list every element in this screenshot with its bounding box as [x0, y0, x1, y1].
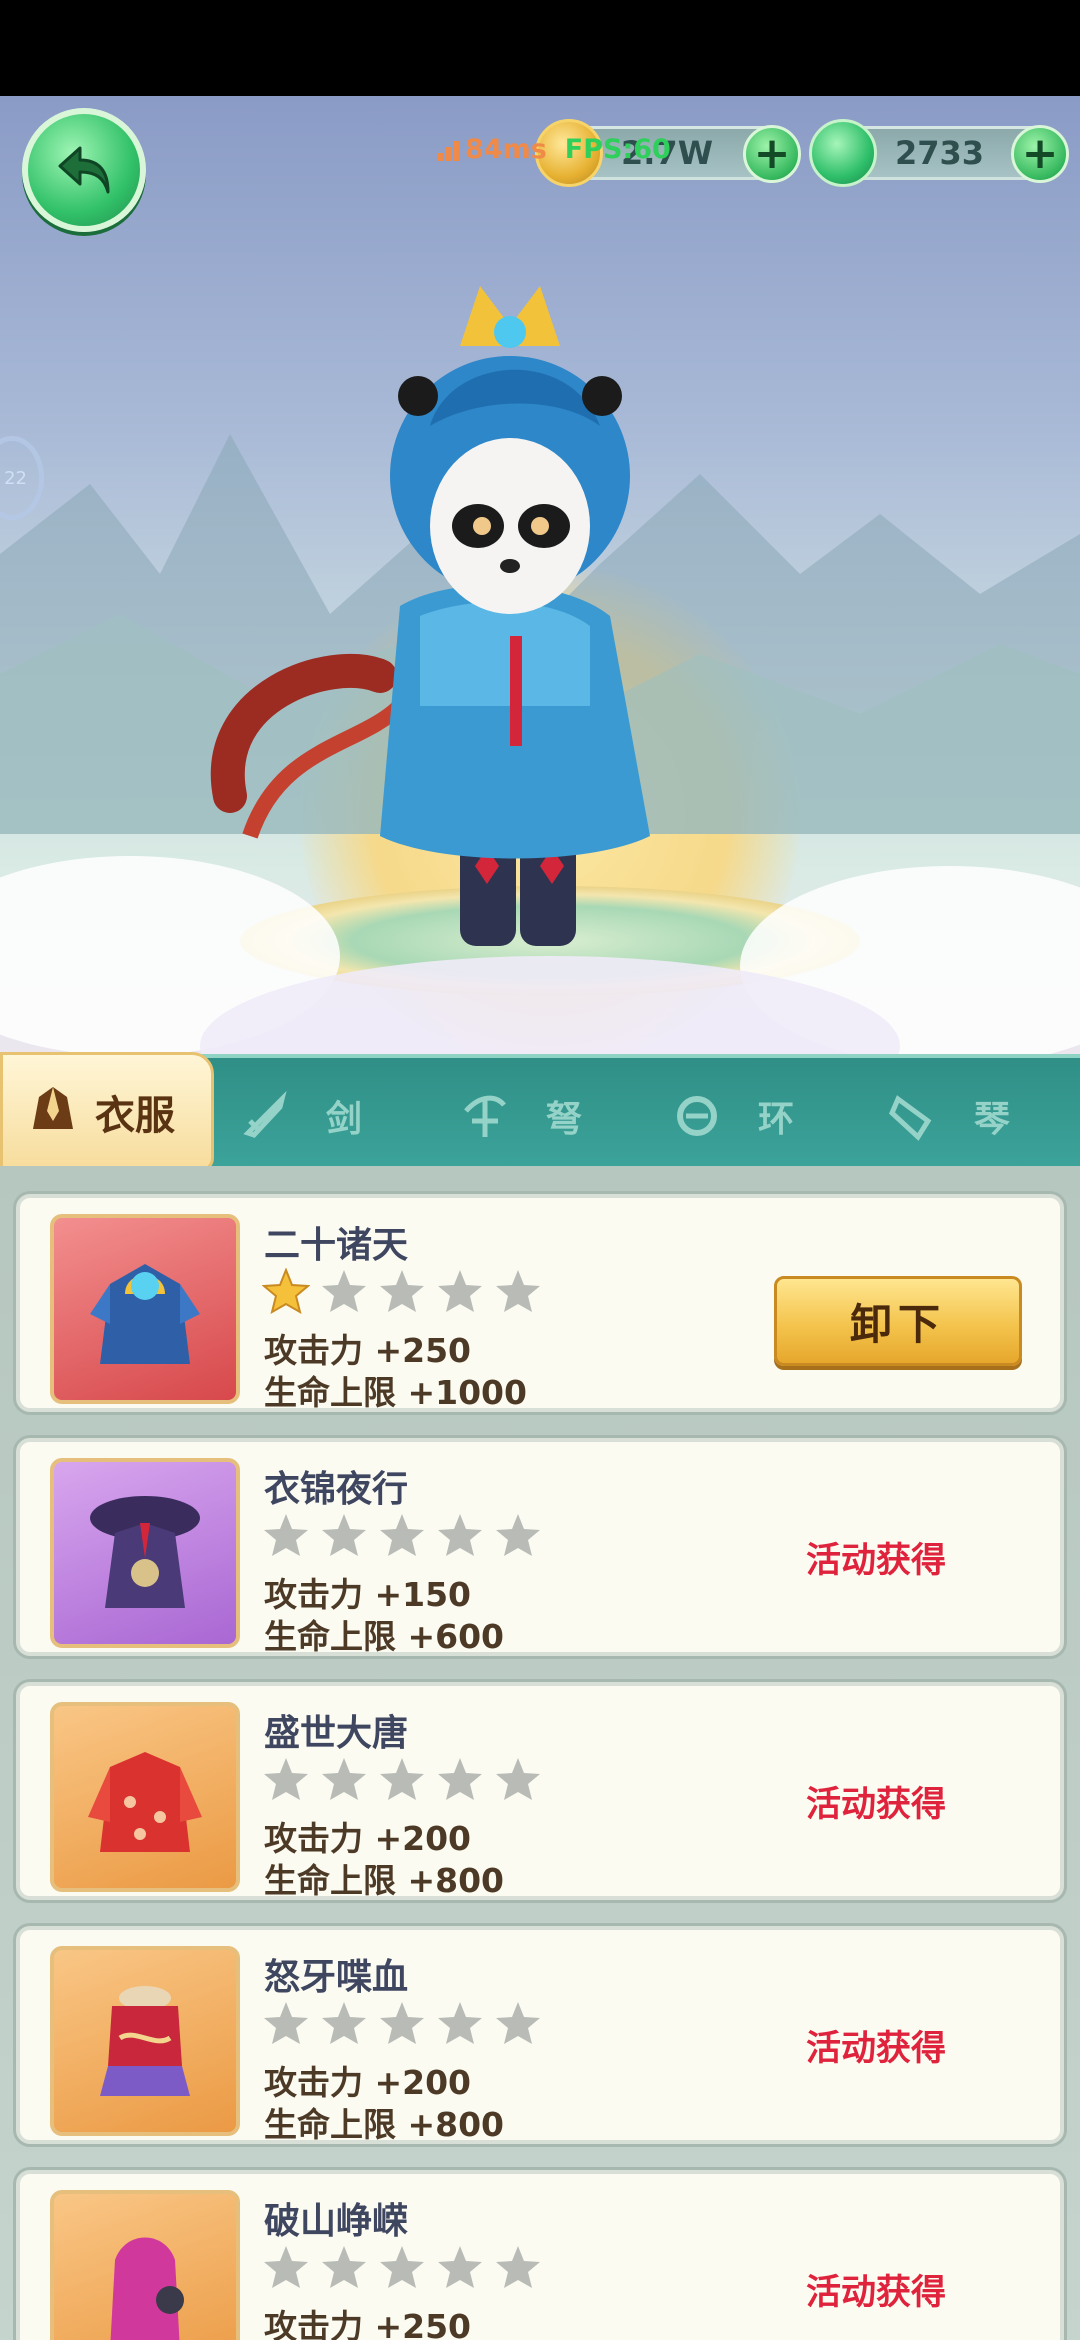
list-item[interactable]: 破山峥嵘 攻击力 +250 活动获得 [16, 2170, 1064, 2340]
item-name: 衣锦夜行 [264, 1469, 409, 1510]
star-empty-icon [496, 1758, 540, 1800]
jade-coin-icon [809, 119, 877, 187]
tab-zither[interactable]: 琴 [888, 1074, 1010, 1158]
attack-stat: 攻击力 +200 [264, 2063, 472, 2102]
star-empty-icon [438, 1758, 482, 1800]
star-empty-icon [264, 1758, 308, 1800]
star-empty-icon [380, 2002, 424, 2044]
status-bar [0, 0, 1080, 96]
tab-label: 弩 [546, 1099, 583, 1140]
character-model [210, 286, 650, 946]
star-empty-icon [438, 1514, 482, 1556]
item-name: 盛世大唐 [264, 1713, 409, 1754]
star-empty-icon [380, 2246, 424, 2288]
star-empty-icon [380, 1514, 424, 1556]
obtain-source: 活动获得 [806, 1785, 947, 1825]
tab-clothes[interactable]: 衣服 [0, 1052, 214, 1172]
attack-stat: 攻击力 +250 [264, 1331, 472, 1370]
back-button[interactable] [22, 108, 146, 232]
fps-value: FPS:60 [564, 134, 671, 165]
character-scene [0, 96, 1080, 1054]
red-armor-icon [100, 1986, 190, 2096]
attack-stat: 攻击力 +200 [264, 1819, 472, 1858]
list-item[interactable]: 二十诸天 攻击力 +250 生命上限 +1000 卸下 [16, 1194, 1064, 1412]
star-empty-icon [322, 1514, 366, 1556]
item-thumbnail [50, 1946, 240, 2136]
add-jade-button[interactable]: + [1011, 125, 1069, 183]
item-thumbnail [50, 1458, 240, 1648]
item-name: 二十诸天 [264, 1225, 409, 1266]
signal-icon [438, 139, 459, 161]
zither-icon [888, 1091, 938, 1141]
obtain-source: 活动获得 [806, 1541, 947, 1581]
sword-icon [240, 1091, 290, 1141]
item-name: 怒牙喋血 [264, 1957, 409, 1998]
star-filled-icon [262, 1268, 310, 1314]
red-dress-icon [88, 1752, 202, 1852]
pink-robe-icon [110, 2237, 184, 2340]
tab-label: 环 [758, 1099, 795, 1140]
star-empty-icon [438, 2002, 482, 2044]
hp-stat: 生命上限 +800 [264, 1861, 505, 1900]
star-empty-icon [496, 1270, 540, 1312]
ping-value: 84ms [465, 134, 547, 165]
star-empty-icon [380, 1270, 424, 1312]
star-empty-icon [496, 2246, 540, 2288]
robe-icon [25, 1081, 81, 1143]
hp-stat: 生命上限 +600 [264, 1617, 505, 1656]
tab-ring[interactable]: 环 [672, 1074, 794, 1158]
star-rating [262, 1512, 542, 1558]
back-arrow-icon [58, 146, 110, 194]
obtain-source: 活动获得 [806, 2029, 947, 2069]
crossbow-icon [460, 1091, 510, 1141]
obtain-source: 活动获得 [806, 2273, 947, 2313]
purple-robe-icon [90, 1496, 200, 1608]
star-empty-icon [322, 1758, 366, 1800]
ring-icon [672, 1091, 722, 1141]
star-empty-icon [438, 1270, 482, 1312]
side-panel-label: 22 [4, 467, 27, 489]
tab-label: 剑 [326, 1099, 363, 1140]
star-empty-icon [322, 2246, 366, 2288]
unequip-button[interactable]: 卸下 [774, 1276, 1022, 1366]
star-empty-icon [380, 1758, 424, 1800]
hp-stat: 生命上限 +1000 [264, 1373, 527, 1412]
star-rating [262, 1268, 542, 1314]
item-thumbnail [50, 2190, 240, 2340]
item-name: 破山峥嵘 [264, 2201, 409, 2242]
star-rating [262, 1756, 542, 1802]
tab-crossbow[interactable]: 弩 [460, 1074, 582, 1158]
jade-display: 2733 + [809, 119, 1069, 187]
add-gold-button[interactable]: + [743, 125, 801, 183]
star-empty-icon [322, 1270, 366, 1312]
star-rating [262, 2000, 542, 2046]
tab-sword[interactable]: 剑 [240, 1074, 362, 1158]
tab-label: 衣服 [95, 1093, 175, 1139]
star-empty-icon [496, 2002, 540, 2044]
star-empty-icon [264, 2246, 308, 2288]
star-rating [262, 2244, 542, 2290]
star-empty-icon [264, 1514, 308, 1556]
list-item[interactable]: 盛世大唐 攻击力 +200 生命上限 +800 活动获得 [16, 1682, 1064, 1900]
star-empty-icon [438, 2246, 482, 2288]
attack-stat: 攻击力 +250 [264, 2307, 472, 2340]
star-empty-icon [264, 2002, 308, 2044]
list-item[interactable]: 衣锦夜行 攻击力 +150 生命上限 +600 活动获得 [16, 1438, 1064, 1656]
equipment-list: 二十诸天 攻击力 +250 生命上限 +1000 卸下 衣锦夜行 攻击力 +15… [0, 1166, 1080, 2340]
network-indicator: 84ms FPS:60 [438, 134, 671, 165]
star-empty-icon [322, 2002, 366, 2044]
item-thumbnail [50, 1702, 240, 1892]
list-item[interactable]: 怒牙喋血 攻击力 +200 生命上限 +800 活动获得 [16, 1926, 1064, 2144]
tab-label: 琴 [974, 1099, 1011, 1140]
attack-stat: 攻击力 +150 [264, 1575, 472, 1614]
star-empty-icon [496, 1514, 540, 1556]
blue-robe-icon [90, 1264, 200, 1364]
hp-stat: 生命上限 +800 [264, 2105, 505, 2144]
item-thumbnail [50, 1214, 240, 1404]
